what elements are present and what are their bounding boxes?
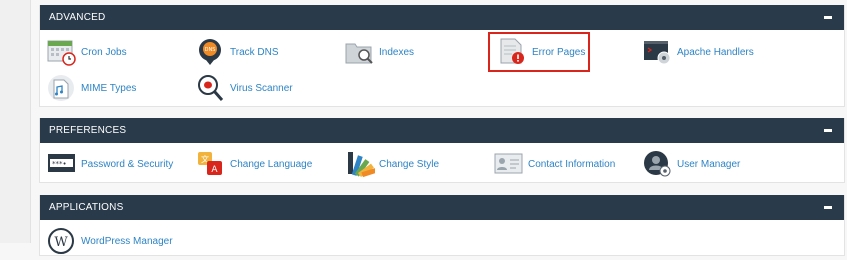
applications-title: APPLICATIONS bbox=[49, 202, 124, 213]
left-sidebar-edge bbox=[0, 0, 31, 243]
preferences-panel: PREFERENCES ***• Password & Security 文 A bbox=[39, 118, 845, 183]
password-security-label: Password & Security bbox=[81, 158, 174, 170]
svg-text:A: A bbox=[211, 165, 218, 175]
wordpress-manager-link[interactable]: W WordPress Manager bbox=[47, 227, 173, 255]
mime-types-label: MIME Types bbox=[81, 82, 137, 94]
calendar-clock-icon bbox=[47, 38, 77, 66]
language-translate-icon: 文 A bbox=[196, 150, 226, 178]
user-manager-link[interactable]: User Manager bbox=[643, 150, 740, 178]
collapse-icon[interactable] bbox=[824, 129, 832, 132]
password-security-link[interactable]: ***• Password & Security bbox=[47, 150, 173, 178]
contact-information-label: Contact Information bbox=[528, 158, 616, 170]
svg-text:***•: ***• bbox=[52, 160, 67, 168]
error-pages-link[interactable]: Error Pages bbox=[488, 32, 590, 72]
advanced-panel-header[interactable]: ADVANCED bbox=[40, 5, 844, 30]
music-document-icon bbox=[47, 74, 77, 102]
wordpress-manager-label: WordPress Manager bbox=[81, 235, 173, 247]
collapse-icon[interactable] bbox=[824, 16, 832, 19]
svg-text:DNS: DNS bbox=[205, 47, 216, 53]
apache-handlers-label: Apache Handlers bbox=[677, 46, 754, 58]
virus-scanner-link[interactable]: Virus Scanner bbox=[196, 74, 293, 102]
contact-card-icon bbox=[494, 150, 524, 178]
advanced-panel: ADVANCED Cron Jobs DNS Track DNS Indexes… bbox=[39, 5, 845, 107]
user-manager-label: User Manager bbox=[677, 158, 741, 170]
applications-panel-header[interactable]: APPLICATIONS bbox=[40, 195, 844, 220]
cron-jobs-link[interactable]: Cron Jobs bbox=[47, 38, 127, 66]
cron-jobs-label: Cron Jobs bbox=[81, 46, 127, 58]
change-style-label: Change Style bbox=[379, 158, 440, 170]
preferences-panel-header[interactable]: PREFERENCES bbox=[40, 118, 844, 143]
magnifier-bug-icon bbox=[196, 74, 226, 102]
user-gear-icon bbox=[643, 150, 673, 178]
dns-pin-icon: DNS bbox=[196, 38, 226, 66]
change-language-link[interactable]: 文 A Change Language bbox=[196, 150, 312, 178]
change-style-link[interactable]: Change Style bbox=[345, 150, 439, 178]
preferences-title: PREFERENCES bbox=[49, 125, 127, 136]
track-dns-link[interactable]: DNS Track DNS bbox=[196, 38, 279, 66]
error-document-icon bbox=[498, 38, 528, 66]
apache-handlers-link[interactable]: Apache Handlers bbox=[643, 38, 754, 66]
indexes-link[interactable]: Indexes bbox=[345, 38, 414, 66]
folder-search-icon bbox=[345, 38, 375, 66]
collapse-icon[interactable] bbox=[824, 206, 832, 209]
contact-information-link[interactable]: Contact Information bbox=[494, 150, 615, 178]
wordpress-icon: W bbox=[47, 227, 77, 255]
virus-scanner-label: Virus Scanner bbox=[230, 82, 293, 94]
mime-types-link[interactable]: MIME Types bbox=[47, 74, 136, 102]
track-dns-label: Track DNS bbox=[230, 46, 279, 58]
change-language-label: Change Language bbox=[230, 158, 313, 170]
error-pages-label: Error Pages bbox=[532, 46, 586, 58]
indexes-label: Indexes bbox=[379, 46, 415, 58]
color-swatch-icon bbox=[345, 150, 377, 178]
terminal-gear-icon bbox=[643, 38, 673, 66]
advanced-title: ADVANCED bbox=[49, 12, 106, 23]
applications-panel: APPLICATIONS W WordPress Manager bbox=[39, 195, 845, 256]
password-field-icon: ***• bbox=[47, 150, 77, 178]
